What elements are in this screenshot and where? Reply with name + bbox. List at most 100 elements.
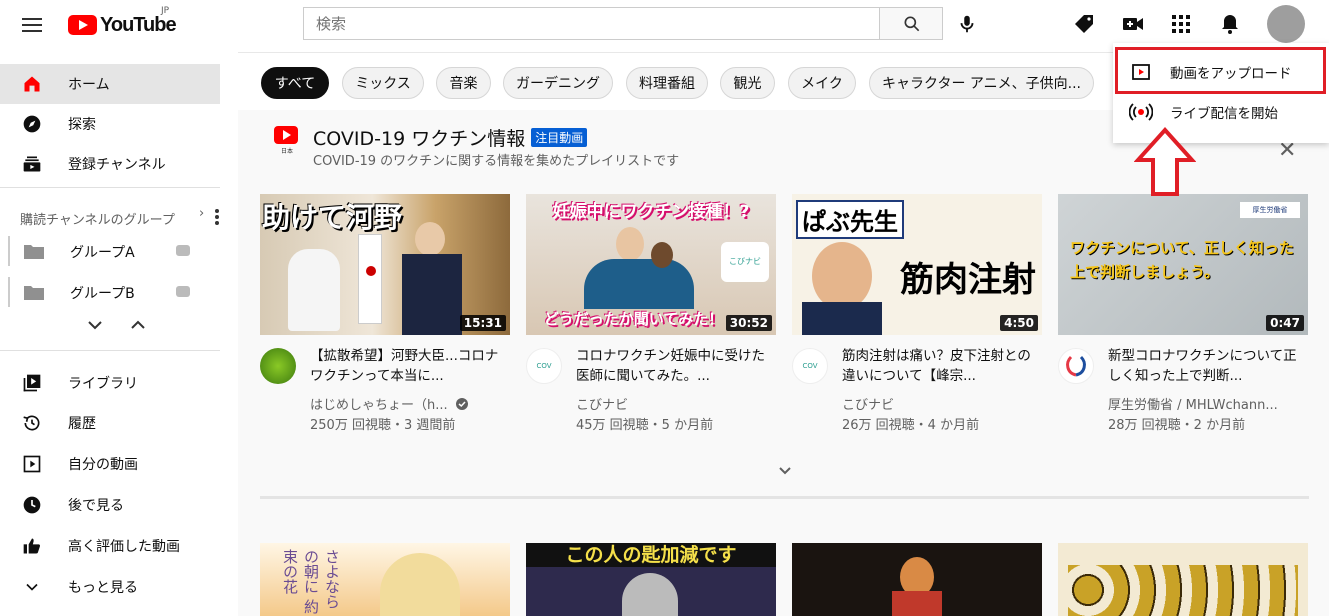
sidebar-item-home[interactable]: ホーム xyxy=(0,64,220,104)
video-duration: 0:47 xyxy=(1266,315,1304,331)
youtube-logo[interactable]: YouTube xyxy=(68,13,177,37)
chip-cooking[interactable]: 料理番組 xyxy=(626,67,708,99)
channel-name[interactable]: こびナビ xyxy=(842,394,894,413)
video-thumbnail[interactable]: 妊娠中にワクチン接種！? こびナビ どうだったか聞いてみた！ 30:52 xyxy=(526,194,776,335)
subscriptions-icon xyxy=(23,156,41,172)
folder-icon xyxy=(24,286,44,300)
video-metadata: 45万 回視聴・5 か月前 xyxy=(576,418,714,433)
video-thumbnail[interactable]: さよならの朝に 約束の花 xyxy=(260,543,510,616)
hamburger-menu-icon[interactable] xyxy=(20,14,44,38)
video-card[interactable]: 助けて河野 15:31 【拡散希望】河野大臣...コロナワクチンって本当に...… xyxy=(260,194,510,433)
chevron-right-icon[interactable]: › xyxy=(199,206,204,221)
video-thumbnail[interactable] xyxy=(1058,543,1308,616)
channel-name[interactable]: こびナビ xyxy=(576,394,628,413)
sidebar-item-liked-videos[interactable]: 高く評価した動画 xyxy=(0,526,220,566)
youtube-play-icon xyxy=(274,126,298,144)
video-metadata: 250万 回視聴・3 週間前 xyxy=(310,418,456,433)
shelf-logo-caption: 日本 xyxy=(280,148,293,155)
video-title[interactable]: 新型コロナワクチンについて正しく知った上で判断... xyxy=(1108,346,1303,386)
thumbs-up-icon xyxy=(23,538,41,554)
chip-all[interactable]: すべて xyxy=(261,67,329,99)
create-video-icon[interactable] xyxy=(1121,12,1145,36)
section-divider xyxy=(260,496,1309,499)
sidebar-item-history[interactable]: 履歴 xyxy=(0,403,220,443)
video-duration: 15:31 xyxy=(459,315,506,331)
sidebar-item-label: 自分の動画 xyxy=(68,457,138,473)
featured-badge: 注目動画 xyxy=(531,128,588,147)
menu-item-label: ライブ配信を開始 xyxy=(1170,106,1278,122)
region-label: JP xyxy=(161,6,170,16)
thumbnail-caption: この人の匙加減です xyxy=(526,543,776,567)
video-title[interactable]: コロナワクチン妊娠中に受けた医師に聞いてみた。... xyxy=(576,346,771,386)
annotation-highlight-box xyxy=(1115,47,1326,94)
group-label: グループA xyxy=(70,245,135,261)
group-indent-bar xyxy=(8,236,10,266)
sidebar-item-label: 登録チャンネル xyxy=(68,157,166,173)
sidebar-item-label: ホーム xyxy=(68,77,110,93)
account-avatar[interactable] xyxy=(1267,5,1305,43)
tag-icon[interactable] xyxy=(1072,12,1096,36)
sidebar-item-show-more[interactable]: もっと見る xyxy=(0,567,220,607)
shelf-title-text[interactable]: COVID-19 ワクチン情報 xyxy=(313,124,525,151)
sidebar-item-library[interactable]: ライブラリ xyxy=(0,363,220,403)
tv-icon xyxy=(176,245,190,256)
video-metadata: 28万 回視聴・2 か月前 xyxy=(1108,418,1246,433)
folder-icon xyxy=(24,245,44,259)
video-title[interactable]: 【拡散希望】河野大臣...コロナワクチンって本当に... xyxy=(310,346,505,386)
history-icon xyxy=(23,415,40,431)
logo-text: YouTube xyxy=(100,13,177,36)
sidebar-item-explore[interactable]: 探索 xyxy=(0,104,220,144)
apps-grid-icon[interactable] xyxy=(1169,12,1193,36)
channel-name[interactable]: 厚生労働省 / MHLWchann... xyxy=(1108,394,1278,413)
chevron-up-icon[interactable] xyxy=(131,320,145,330)
microphone-icon[interactable] xyxy=(956,12,978,36)
sidebar-item-subscriptions[interactable]: 登録チャンネル xyxy=(0,144,220,184)
video-thumbnail[interactable]: 厚生労働省 ワクチンについて、正しく知った上で判断しましょう。 0:47 xyxy=(1058,194,1308,335)
group-label: グループB xyxy=(70,286,135,302)
video-thumbnail[interactable] xyxy=(792,543,1042,616)
video-card[interactable]: ぱぶ先生 筋肉注射 4:50 COV 筋肉注射は痛い？皮下注射との違いについて【… xyxy=(792,194,1042,433)
thumbnail-caption: ぱぶ先生 xyxy=(796,200,904,239)
search-input[interactable] xyxy=(304,8,880,39)
chip-mix[interactable]: ミックス xyxy=(342,67,424,99)
chevron-down-icon[interactable] xyxy=(88,320,102,330)
chip-gardening[interactable]: ガーデニング xyxy=(503,67,613,99)
library-icon xyxy=(23,374,41,392)
sidebar-group-a[interactable]: グループA xyxy=(8,232,218,270)
video-card[interactable]: 妊娠中にワクチン接種！? こびナビ どうだったか聞いてみた！ 30:52 COV… xyxy=(526,194,776,433)
sidebar-group-b[interactable]: グループB xyxy=(8,273,218,311)
shelf-channel-logo[interactable]: 日本 xyxy=(274,126,300,156)
more-vert-icon[interactable] xyxy=(214,208,220,226)
chip-character-anime[interactable]: キャラクター アニメ、子供向... xyxy=(869,67,1094,99)
search-box[interactable] xyxy=(303,7,880,40)
channel-avatar[interactable] xyxy=(260,348,296,384)
notifications-bell-icon[interactable] xyxy=(1218,12,1242,36)
expand-chevron-down-icon[interactable] xyxy=(778,464,792,478)
tv-icon xyxy=(176,286,190,297)
video-thumbnail[interactable]: ぱぶ先生 筋肉注射 4:50 xyxy=(792,194,1042,335)
thumbnail-caption: 助けて河野 xyxy=(262,201,403,234)
channel-name[interactable]: はじめしゃちょー（h... xyxy=(310,394,468,413)
video-card[interactable]: 厚生労働省 ワクチンについて、正しく知った上で判断しましょう。 0:47 新型コ… xyxy=(1058,194,1308,433)
sidebar-item-label: 後で見る xyxy=(68,498,124,514)
thumbnail-caption: 妊娠中にワクチン接種！? xyxy=(552,202,750,222)
video-thumbnail[interactable]: 助けて河野 15:31 xyxy=(260,194,510,335)
channel-avatar[interactable]: COV xyxy=(526,348,562,384)
my-videos-icon xyxy=(23,455,41,473)
video-thumbnail[interactable]: この人の匙加減です xyxy=(526,543,776,616)
ministry-logo-icon xyxy=(1066,355,1086,377)
sidebar-divider xyxy=(0,187,220,188)
search-button[interactable] xyxy=(879,7,943,40)
sidebar-item-my-videos[interactable]: 自分の動画 xyxy=(0,444,220,484)
group-section-title: 購読チャンネルのグループ xyxy=(20,213,175,228)
chip-music[interactable]: 音楽 xyxy=(436,67,491,99)
group-indent-bar xyxy=(8,277,10,307)
guide-sidebar: ホーム 探索 登録チャンネル 購読チャンネルのグループ › グループA グループ… xyxy=(0,52,238,616)
channel-avatar[interactable] xyxy=(1058,348,1094,384)
sidebar-item-watch-later[interactable]: 後で見る xyxy=(0,485,220,525)
channel-avatar[interactable]: COV xyxy=(792,348,828,384)
video-metadata: 26万 回視聴・4 か月前 xyxy=(842,418,980,433)
chip-sightseeing[interactable]: 観光 xyxy=(720,67,775,99)
chip-makeup[interactable]: メイク xyxy=(788,67,856,99)
video-title[interactable]: 筋肉注射は痛い？皮下注射との違いについて【峰宗... xyxy=(842,346,1037,386)
